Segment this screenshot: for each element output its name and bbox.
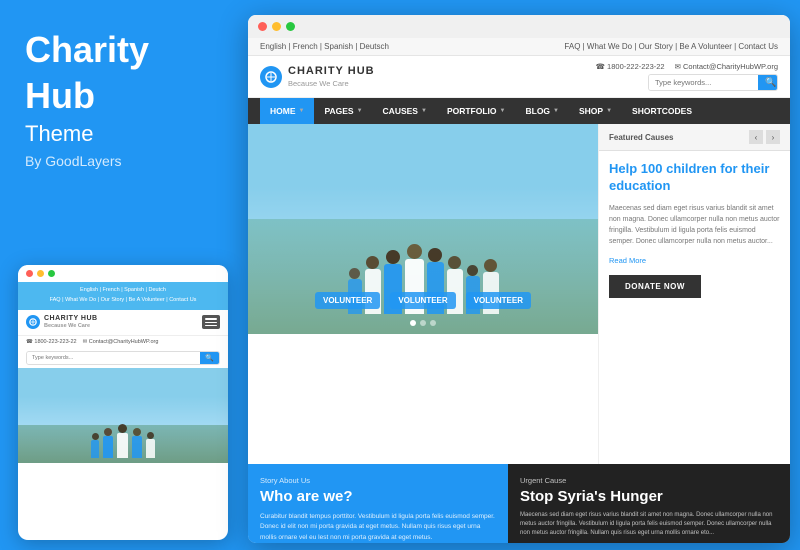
mobile-lang-links: English | French | Spanish | Deutch xyxy=(26,286,220,296)
urgent-title: Stop Syria's Hunger xyxy=(520,488,778,506)
mobile-top-bar xyxy=(18,265,228,282)
site-logo-sub: Because We Care xyxy=(288,79,375,88)
site-top-links-bar: English | French | Spanish | Deutsch FAQ… xyxy=(248,38,790,56)
site-logo-main: CHARITY HUB xyxy=(288,65,375,78)
site-search-button[interactable]: 🔍 xyxy=(758,75,778,90)
left-panel: Charity Hub Theme By GoodLayers English … xyxy=(0,0,240,550)
site-faq-links: FAQ | What We Do | Our Story | Be A Volu… xyxy=(564,42,778,51)
story-label: Story About Us xyxy=(260,476,496,485)
nav-pages[interactable]: PAGES ▼ xyxy=(314,98,372,124)
brand-title-line2: Hub xyxy=(25,76,215,116)
featured-causes-panel: Featured Causes ‹ › Help 100 children fo… xyxy=(598,124,790,464)
featured-cause-content: Help 100 children for their education Ma… xyxy=(599,151,790,308)
main-content-area: VOLUNTEER VOLUNTEER VOLUNTEER Featured C… xyxy=(248,124,790,464)
mobile-search-input[interactable] xyxy=(27,352,200,364)
volunteer-badge-1: VOLUNTEER xyxy=(315,292,380,309)
mobile-dot-red xyxy=(26,270,33,277)
nav-blog-arrow: ▼ xyxy=(553,108,559,114)
mobile-nav-bar: CHARITY HUB Because We Care xyxy=(18,310,228,336)
site-header: CHARITY HUB Because We Care ☎ 1800-222-2… xyxy=(248,56,790,98)
bottom-sections: Story About Us Who are we? Curabitur bla… xyxy=(248,464,790,543)
slider-dot-3[interactable] xyxy=(430,320,436,326)
mobile-content: English | French | Spanish | Deutch FAQ … xyxy=(18,282,228,463)
urgent-section: Urgent Cause Stop Syria's Hunger Maecena… xyxy=(508,464,790,543)
brand-title: Charity Hub Theme By GoodLayers xyxy=(25,30,215,169)
nav-blog[interactable]: BLOG ▼ xyxy=(515,98,569,124)
nav-shop-label: SHOP xyxy=(579,106,603,116)
nav-home-arrow: ▼ xyxy=(299,108,305,114)
volunteer-badge-2: VOLUNTEER xyxy=(390,292,455,309)
mobile-logo-area: CHARITY HUB Because We Care xyxy=(26,315,98,330)
featured-cause-title: Help 100 children for their education xyxy=(609,161,780,195)
nav-portfolio-label: PORTFOLIO xyxy=(447,106,497,116)
mobile-image-area xyxy=(18,368,228,463)
mobile-logo-text: CHARITY HUB Because We Care xyxy=(44,315,98,330)
nav-shop[interactable]: SHOP ▼ xyxy=(569,98,622,124)
mobile-mockup: English | French | Spanish | Deutch FAQ … xyxy=(18,265,228,540)
main-mockup: English | French | Spanish | Deutsch FAQ… xyxy=(248,15,790,543)
urgent-label: Urgent Cause xyxy=(520,476,778,485)
featured-cause-text: Maecenas sed diam eget risus varius blan… xyxy=(609,203,780,248)
site-search-input[interactable] xyxy=(649,75,758,90)
brand-title-line1: Charity xyxy=(25,30,215,70)
site-contact-info: ☎ 1800-222-223-22 ✉ Contact@CharityHubWP… xyxy=(596,62,778,71)
browser-dot-red xyxy=(258,22,267,31)
story-text: Curabitur blandit tempus porttitor. Vest… xyxy=(260,512,496,543)
nav-blog-label: BLOG xyxy=(525,106,550,116)
mobile-contact-row: ☎ 1800-223-223-22 ✉ Contact@CharityHubWP… xyxy=(18,336,228,348)
site-logo-icon xyxy=(260,66,282,88)
site-logo-area: CHARITY HUB Because We Care xyxy=(260,65,375,87)
brand-subtitle: Theme xyxy=(25,121,215,147)
site-header-right: ☎ 1800-222-223-22 ✉ Contact@CharityHubWP… xyxy=(596,62,778,91)
mobile-faq-links: FAQ | What We Do | Our Story | Be A Volu… xyxy=(26,296,220,306)
featured-cause-donate-button[interactable]: DONATE NOW xyxy=(609,275,701,298)
slider-dots[interactable] xyxy=(410,320,436,326)
volunteer-badges: VOLUNTEER VOLUNTEER VOLUNTEER xyxy=(315,292,531,309)
nav-home[interactable]: HOME ▼ xyxy=(260,98,314,124)
mobile-search-button[interactable]: 🔍 xyxy=(200,352,219,364)
site-phone: ☎ 1800-222-223-22 xyxy=(596,62,665,71)
site-navigation: HOME ▼ PAGES ▼ CAUSES ▼ PORTFOLIO ▼ BLOG… xyxy=(248,98,790,124)
mobile-hamburger-icon[interactable] xyxy=(202,315,220,329)
browser-dot-yellow xyxy=(272,22,281,31)
mobile-dot-yellow xyxy=(37,270,44,277)
featured-causes-next[interactable]: › xyxy=(766,130,780,144)
mobile-dot-green xyxy=(48,270,55,277)
story-title: Who are we? xyxy=(260,488,496,506)
nav-causes-arrow: ▼ xyxy=(421,108,427,114)
nav-shortcodes-label: SHORTCODES xyxy=(632,106,692,116)
site-search-bar[interactable]: 🔍 xyxy=(648,74,778,91)
browser-top-bar xyxy=(248,15,790,38)
nav-shortcodes[interactable]: SHORTCODES xyxy=(622,98,702,124)
nav-home-label: HOME xyxy=(270,106,296,116)
hero-slider: VOLUNTEER VOLUNTEER VOLUNTEER xyxy=(248,124,598,334)
featured-causes-nav[interactable]: ‹ › xyxy=(749,130,780,144)
nav-shop-arrow: ▼ xyxy=(606,108,612,114)
nav-pages-label: PAGES xyxy=(324,106,353,116)
slider-dot-2[interactable] xyxy=(420,320,426,326)
brand-by: By GoodLayers xyxy=(25,153,215,169)
mobile-phone: ☎ 1800-223-223-22 xyxy=(26,339,77,345)
volunteer-badge-3: VOLUNTEER xyxy=(466,292,531,309)
slider-dot-1[interactable] xyxy=(410,320,416,326)
mobile-logo-circle xyxy=(26,315,40,329)
site-lang-links: English | French | Spanish | Deutsch xyxy=(260,42,389,51)
mobile-email: ✉ Contact@CharityHubWP.org xyxy=(83,339,159,345)
browser-dot-green xyxy=(286,22,295,31)
mobile-top-links: English | French | Spanish | Deutch FAQ … xyxy=(18,282,228,310)
nav-pages-arrow: ▼ xyxy=(357,108,363,114)
nav-causes[interactable]: CAUSES ▼ xyxy=(373,98,437,124)
urgent-text: Maecenas sed diam eget risus varius blan… xyxy=(520,511,778,538)
story-section: Story About Us Who are we? Curabitur bla… xyxy=(248,464,508,543)
nav-causes-label: CAUSES xyxy=(383,106,418,116)
nav-portfolio-arrow: ▼ xyxy=(500,108,506,114)
nav-portfolio[interactable]: PORTFOLIO ▼ xyxy=(437,98,516,124)
featured-causes-header: Featured Causes ‹ › xyxy=(599,124,790,151)
featured-cause-read-more[interactable]: Read More xyxy=(609,256,780,265)
featured-causes-prev[interactable]: ‹ xyxy=(749,130,763,144)
site-logo-text: CHARITY HUB Because We Care xyxy=(288,65,375,87)
mobile-search-bar[interactable]: 🔍 xyxy=(26,351,220,365)
featured-causes-title-label: Featured Causes xyxy=(609,133,673,142)
site-email: ✉ Contact@CharityHubWP.org xyxy=(675,62,778,71)
